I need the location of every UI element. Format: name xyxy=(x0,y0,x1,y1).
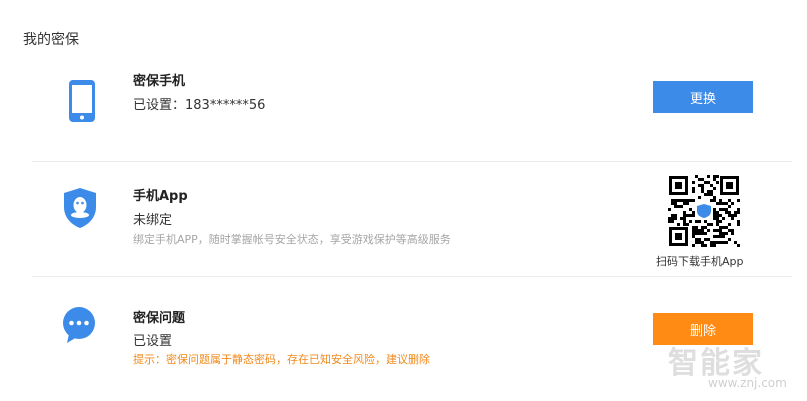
qq-shield-icon xyxy=(62,187,98,233)
app-title: 手机App xyxy=(133,189,188,204)
phone-title: 密保手机 xyxy=(133,74,186,89)
qr-code[interactable] xyxy=(668,175,740,247)
divider xyxy=(32,161,792,162)
question-title: 密保问题 xyxy=(133,311,186,326)
qr-caption: 扫码下载手机App xyxy=(656,255,744,268)
security-phone-row: 密保手机 已设置：183******56 更换 xyxy=(0,60,807,160)
watermark-url: www.znj.com xyxy=(708,376,787,390)
page-title: 我的密保 xyxy=(23,32,79,48)
change-phone-button[interactable]: 更换 xyxy=(653,81,753,113)
watermark: 智能家 www.znj.com xyxy=(668,338,787,390)
security-app-row: 手机App 未绑定 绑定手机APP，随时掌握帐号安全状态，享受游戏保护等高级服务… xyxy=(0,163,807,275)
app-description: 绑定手机APP，随时掌握帐号安全状态，享受游戏保护等高级服务 xyxy=(133,233,451,246)
phone-icon xyxy=(68,79,96,127)
app-status: 未绑定 xyxy=(133,213,173,228)
phone-status: 已设置：183******56 xyxy=(133,98,266,113)
chat-bubble-icon xyxy=(61,306,97,348)
divider xyxy=(32,276,792,277)
question-warning: 提示：密保问题属于静态密码，存在已知安全风险，建议删除 xyxy=(133,353,430,366)
question-status: 已设置 xyxy=(133,334,173,349)
